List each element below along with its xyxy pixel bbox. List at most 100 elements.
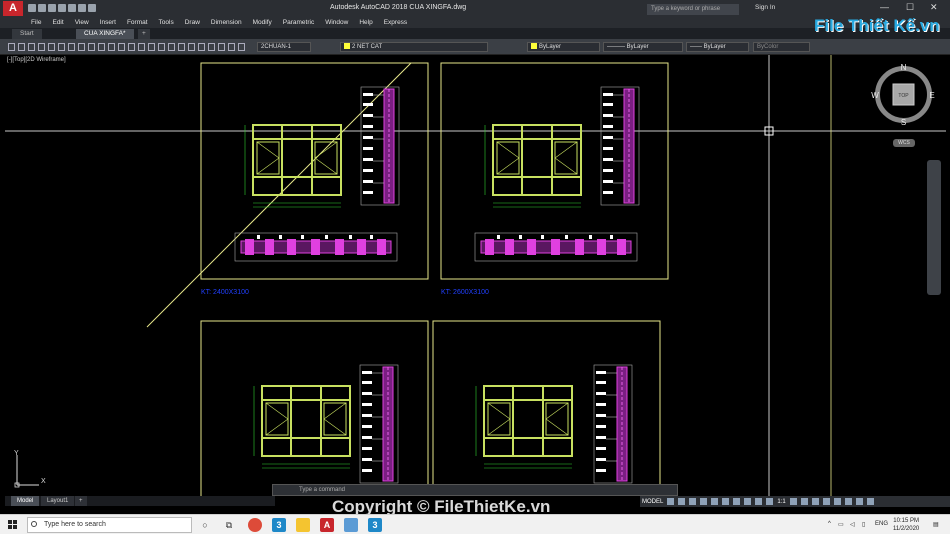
file-explorer-icon[interactable] <box>296 518 310 532</box>
units-icon[interactable] <box>811 498 819 505</box>
block-tool-icon[interactable] <box>168 43 175 51</box>
dimstyle-select[interactable]: 2CHUAN-1 <box>257 42 311 52</box>
ortho-icon[interactable] <box>689 498 697 505</box>
sheet-4[interactable] <box>432 320 661 496</box>
copy-tool-icon[interactable] <box>78 43 85 51</box>
isolate-icon[interactable] <box>833 498 841 505</box>
command-line-input[interactable]: Type a command <box>272 484 678 496</box>
tab-start[interactable]: Start <box>12 29 42 39</box>
menu-edit[interactable]: Edit <box>52 19 63 26</box>
chrome-icon[interactable] <box>248 518 262 532</box>
arc-tool-icon[interactable] <box>28 43 35 51</box>
otrack-icon[interactable] <box>722 498 730 505</box>
circle-tool-icon[interactable] <box>48 43 55 51</box>
sign-in-button[interactable]: Sign In <box>755 4 775 11</box>
cortana-icon[interactable]: ○ <box>198 518 212 532</box>
menu-parametric[interactable]: Parametric <box>283 19 314 26</box>
app-3-icon[interactable]: 3 <box>272 518 286 532</box>
annotation-monitor-icon[interactable] <box>800 498 808 505</box>
insert-tool-icon[interactable] <box>178 43 185 51</box>
menu-window[interactable]: Window <box>325 19 348 26</box>
new-tab-button[interactable]: + <box>138 29 150 39</box>
array-tool-icon[interactable] <box>238 43 245 51</box>
tab-cua-xingfa[interactable]: CUA XINGFA* <box>76 29 134 39</box>
offset-tool-icon[interactable] <box>98 43 105 51</box>
help-search-input[interactable]: Type a keyword or phrase <box>647 4 739 15</box>
transparency-icon[interactable] <box>744 498 752 505</box>
save-as-icon[interactable] <box>58 4 66 12</box>
table-tool-icon[interactable] <box>188 43 195 51</box>
autocad-taskbar-icon[interactable]: A <box>320 518 334 532</box>
menu-view[interactable]: View <box>75 19 89 26</box>
layer-select[interactable]: 2 NET CAT <box>340 42 488 52</box>
viewport-controls[interactable]: [-][Top][2D Wireframe] <box>7 57 66 63</box>
navigation-bar[interactable] <box>927 160 941 295</box>
lineweight-select[interactable]: —— ByLayer <box>686 42 749 52</box>
dimension-tool-icon[interactable] <box>148 43 155 51</box>
clean-screen-icon[interactable] <box>855 498 863 505</box>
annotation-icon[interactable] <box>766 498 774 505</box>
customize-icon[interactable] <box>866 498 874 505</box>
extend-tool-icon[interactable] <box>118 43 125 51</box>
task-view-icon[interactable]: ⧉ <box>222 518 236 532</box>
snap-icon[interactable] <box>678 498 686 505</box>
osnap-icon[interactable] <box>711 498 719 505</box>
save-icon[interactable] <box>48 4 56 12</box>
menu-file[interactable]: File <box>31 19 41 26</box>
linetype-select[interactable]: ——— ByLayer <box>603 42 683 52</box>
menu-dimension[interactable]: Dimension <box>211 19 242 26</box>
menu-modify[interactable]: Modify <box>253 19 272 26</box>
selection-cycling-icon[interactable] <box>755 498 763 505</box>
rectangle-tool-icon[interactable] <box>38 43 45 51</box>
language-indicator[interactable]: ENG <box>875 521 888 527</box>
viewcube[interactable]: TOP N S W E <box>871 62 936 127</box>
menu-help[interactable]: Help <box>359 19 372 26</box>
move-tool-icon[interactable] <box>68 43 75 51</box>
fillet-tool-icon[interactable] <box>128 43 135 51</box>
network-icon[interactable]: ▭ <box>838 521 844 528</box>
windows-start-icon[interactable] <box>8 520 18 530</box>
annotation-scale[interactable]: 1:1 <box>777 499 785 505</box>
menu-draw[interactable]: Draw <box>185 19 200 26</box>
sheet-3[interactable] <box>200 320 429 496</box>
add-layout-button[interactable]: + <box>75 496 87 506</box>
volume-icon[interactable]: ◁ <box>850 521 855 528</box>
menu-tools[interactable]: Tools <box>159 19 174 26</box>
close-button[interactable]: ✕ <box>930 2 938 13</box>
tray-chevron-icon[interactable]: ^ <box>828 521 831 527</box>
trim-tool-icon[interactable] <box>108 43 115 51</box>
color-select[interactable]: ByLayer <box>527 42 600 52</box>
redo-icon[interactable] <box>88 4 96 12</box>
sheet-2[interactable]: KT: 2600X3100 <box>440 62 669 296</box>
new-icon[interactable] <box>28 4 36 12</box>
workspace-icon[interactable] <box>789 498 797 505</box>
app-6-icon[interactable]: 3 <box>368 518 382 532</box>
wcs-menu[interactable]: WCS <box>893 139 915 147</box>
autocad-logo-icon[interactable]: A <box>3 1 23 16</box>
polar-icon[interactable] <box>700 498 708 505</box>
line-tool-icon[interactable] <box>8 43 15 51</box>
tab-layout1[interactable]: Layout1 <box>41 496 75 506</box>
measure-tool-icon[interactable] <box>198 43 205 51</box>
hardware-acceleration-icon[interactable] <box>844 498 852 505</box>
explode-tool-icon[interactable] <box>138 43 145 51</box>
lineweight-icon[interactable] <box>733 498 741 505</box>
grid-icon[interactable] <box>667 498 675 505</box>
taskbar-search-input[interactable]: Type here to search <box>27 517 192 533</box>
match-tool-icon[interactable] <box>218 43 225 51</box>
layer-tool-icon[interactable] <box>208 43 215 51</box>
plotstyle-select[interactable]: ByColor <box>753 42 810 52</box>
undo-icon[interactable] <box>78 4 86 12</box>
quick-properties-icon[interactable] <box>822 498 830 505</box>
drawing-canvas[interactable]: KT: 2400X3100 KT: 2600X3100 Y X [-][Top]… <box>5 55 946 496</box>
system-clock[interactable]: 10:15 PM 11/2/2020 <box>893 517 919 533</box>
print-icon[interactable] <box>68 4 76 12</box>
polyline-tool-icon[interactable] <box>18 43 25 51</box>
text-tool-icon[interactable] <box>158 43 165 51</box>
notifications-icon[interactable]: ▤ <box>933 521 939 528</box>
model-space-button[interactable]: MODEL <box>642 499 663 505</box>
open-icon[interactable] <box>38 4 46 12</box>
menu-express[interactable]: Express <box>384 19 407 26</box>
app-5-icon[interactable] <box>344 518 358 532</box>
menu-insert[interactable]: Insert <box>100 19 116 26</box>
